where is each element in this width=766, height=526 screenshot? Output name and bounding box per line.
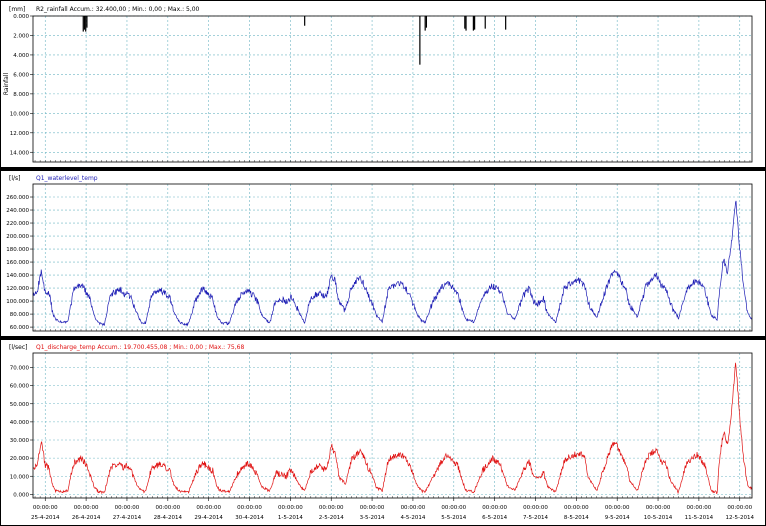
waterlevel-y-tick-label: 260.000	[6, 195, 29, 201]
waterlevel-y-tick-label: 60.000	[10, 325, 30, 331]
x-tick-date-label: 10-5-2014	[644, 515, 673, 521]
x-tick-time-label: 00:00:00	[523, 505, 548, 511]
x-tick-date-label: 8-5-2014	[564, 515, 589, 521]
waterlevel-y-tick-label: 120.000	[6, 286, 29, 292]
x-tick-time-label: 00:00:00	[33, 505, 58, 511]
x-tick-time-label: 00:00:00	[482, 505, 507, 511]
rainfall-title: R2_rainfall Accum.: 32.400,00 ; Min.: 0,…	[36, 6, 200, 13]
rainfall-y-tick-label: 14.000	[10, 150, 30, 156]
waterlevel-title: Q1_waterlevel_temp	[36, 175, 98, 182]
waterlevel-y-tick-label: 220.000	[6, 221, 29, 227]
rainfall-bar	[85, 16, 87, 32]
x-tick-time-label: 00:00:00	[646, 505, 671, 511]
waterlevel-y-tick-label: 180.000	[6, 247, 29, 253]
x-tick-date-label: 12-5-2014	[726, 515, 755, 521]
waterlevel-y-tick-label: 140.000	[6, 273, 29, 279]
rainfall-bar	[474, 16, 476, 30]
outer-frame	[0, 0, 766, 526]
rainfall-y-tick-label: 6.000	[13, 72, 29, 78]
rainfall-y-tick-label: 0.000	[13, 14, 29, 20]
x-tick-date-label: 26-4-2014	[72, 515, 101, 521]
rainfall-bar	[505, 16, 507, 30]
x-tick-date-label: 30-4-2014	[235, 515, 264, 521]
rainfall-bar	[304, 16, 306, 26]
discharge-y-tick-label: 10.000	[10, 474, 30, 480]
rainfall-y-tick-label: 4.000	[13, 53, 29, 59]
rainfall-y-tick-label: 12.000	[10, 131, 30, 137]
rainfall-bar	[425, 16, 428, 28]
discharge-y-tick-label: 30.000	[10, 438, 30, 444]
x-tick-date-label: 11-5-2014	[685, 515, 714, 521]
x-tick-time-label: 00:00:00	[115, 505, 140, 511]
discharge-y-tick-label: 0.000	[13, 492, 29, 498]
rainfall-unit: [mm]	[9, 6, 25, 13]
waterlevel-unit: [l/s]	[9, 175, 21, 182]
waterlevel-y-tick-label: 160.000	[6, 260, 29, 266]
rainfall-bar	[464, 16, 466, 29]
x-tick-time-label: 00:00:00	[278, 505, 303, 511]
x-tick-date-label: 5-5-2014	[441, 515, 466, 521]
x-tick-time-label: 00:00:00	[401, 505, 426, 511]
x-tick-time-label: 00:00:00	[74, 505, 99, 511]
discharge-y-tick-label: 50.000	[10, 402, 30, 408]
rainfall-bar	[82, 16, 84, 32]
rainfall-bar	[484, 16, 486, 29]
x-tick-date-label: 2-5-2014	[319, 515, 344, 521]
discharge-y-tick-label: 60.000	[10, 384, 30, 390]
panel-separator-2	[0, 336, 766, 340]
rainfall-bar	[465, 16, 467, 31]
x-tick-date-label: 27-4-2014	[113, 515, 142, 521]
x-tick-date-label: 25-4-2014	[31, 515, 60, 521]
rainfall-bar	[83, 16, 86, 30]
panel-separator-1	[0, 167, 766, 171]
x-tick-time-label: 00:00:00	[441, 505, 466, 511]
waterlevel-y-tick-label: 200.000	[6, 234, 29, 240]
x-tick-date-label: 3-5-2014	[360, 515, 385, 521]
waterlevel-y-tick-label: 100.000	[6, 299, 29, 305]
rainfall-bar	[472, 16, 474, 31]
chart-canvas: [mm] R2_rainfall Accum.: 32.400,00 ; Min…	[0, 0, 766, 526]
x-tick-date-label: 9-5-2014	[605, 515, 630, 521]
x-tick-time-label: 00:00:00	[155, 505, 180, 511]
x-tick-time-label: 00:00:00	[687, 505, 712, 511]
x-tick-time-label: 00:00:00	[605, 505, 630, 511]
x-tick-time-label: 00:00:00	[237, 505, 262, 511]
discharge-y-tick-label: 40.000	[10, 420, 30, 426]
discharge-y-tick-label: 20.000	[10, 456, 30, 462]
rainfall-y-tick-label: 8.000	[13, 92, 29, 98]
rainfall-bar	[86, 16, 88, 28]
discharge-y-tick-label: 70.000	[10, 366, 30, 372]
x-tick-date-label: 4-5-2014	[400, 515, 425, 521]
discharge-unit: [l/sec]	[9, 344, 28, 351]
x-tick-time-label: 00:00:00	[360, 505, 385, 511]
rainfall-bar	[419, 16, 421, 65]
rainfall-y-tick-label: 2.000	[13, 33, 29, 39]
x-tick-date-label: 29-4-2014	[194, 515, 223, 521]
discharge-title: Q1_discharge_temp Accum.: 19.700.455,08 …	[36, 344, 244, 351]
rainfall-ylabel: Rainfall	[3, 73, 10, 96]
rainfall-bar	[424, 16, 426, 31]
x-tick-date-label: 1-5-2014	[278, 515, 303, 521]
x-tick-time-label: 00:00:00	[196, 505, 221, 511]
x-tick-time-label: 00:00:00	[727, 505, 752, 511]
x-tick-time-label: 00:00:00	[564, 505, 589, 511]
x-tick-time-label: 00:00:00	[319, 505, 344, 511]
x-tick-date-label: 28-4-2014	[154, 515, 183, 521]
x-tick-date-label: 6-5-2014	[482, 515, 507, 521]
x-tick-date-label: 7-5-2014	[523, 515, 548, 521]
waterlevel-y-tick-label: 80.000	[10, 312, 30, 318]
rainfall-y-tick-label: 10.000	[10, 111, 30, 117]
waterlevel-y-tick-label: 240.000	[6, 208, 29, 214]
